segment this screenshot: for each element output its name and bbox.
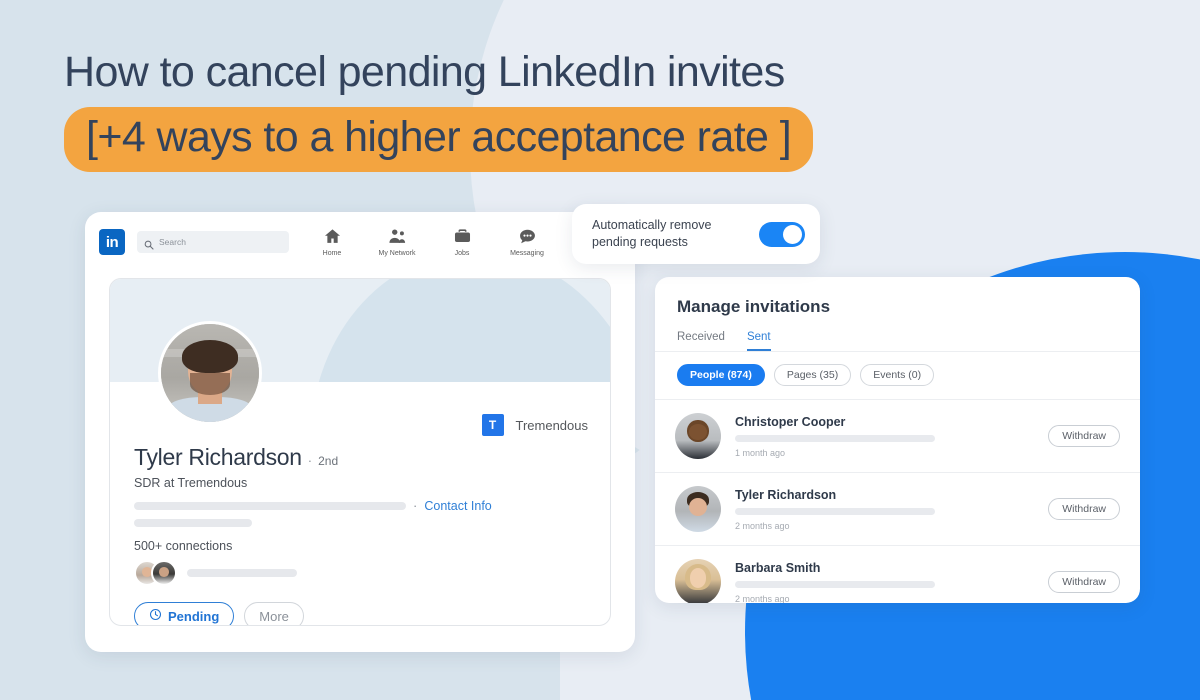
more-button[interactable]: More [244, 602, 304, 625]
linkedin-navbar: in Search Home My Network Jobs Messaging [85, 212, 635, 272]
headline-highlight-wrap: [+4 ways to a higher acceptance rate ] [64, 107, 814, 173]
page-title: Tyler Richardson [134, 444, 302, 470]
filter-chip-pages[interactable]: Pages (35) [773, 364, 852, 386]
headline-line-2: [+4 ways to a higher acceptance rate ] [64, 107, 814, 173]
pending-button-label: Pending [168, 608, 220, 624]
nav-item-messaging[interactable]: Messaging [504, 227, 550, 257]
nav-item-jobs-label: Jobs [454, 250, 470, 257]
connections-count: 500+ connections [134, 539, 233, 553]
filter-chip-people[interactable]: People (874) [677, 364, 765, 386]
placeholder-bar [134, 519, 252, 527]
connection-degree: 2nd [318, 454, 339, 468]
profile-meta-row: · Contact Info [134, 498, 588, 513]
auto-remove-label: Automatically remove pending requests [592, 217, 712, 251]
people-icon [388, 227, 407, 248]
contact-info-link[interactable]: Contact Info [424, 499, 491, 513]
invitation-info: Tyler Richardson 2 months ago [735, 488, 1034, 531]
mutual-avatars [134, 560, 177, 586]
headline-block: How to cancel pending LinkedIn invites [… [64, 48, 814, 173]
avatar [151, 560, 177, 586]
avatar [675, 486, 721, 532]
invitation-name[interactable]: Barbara Smith [735, 561, 1034, 575]
linkedin-logo-icon[interactable]: in [99, 229, 125, 255]
search-placeholder: Search [159, 237, 186, 247]
invitation-info: Christoper Cooper 1 month ago [735, 415, 1034, 458]
invitation-name[interactable]: Christoper Cooper [735, 415, 1034, 429]
nav-item-my-network-label: My Network [378, 250, 416, 257]
tab-received[interactable]: Received [677, 331, 725, 351]
nav-item-home[interactable]: Home [309, 227, 355, 257]
linkedin-profile-window: in Search Home My Network Jobs Messaging… [85, 212, 635, 652]
mutual-connections-row [134, 560, 588, 586]
auto-remove-toggle-switch[interactable] [759, 221, 805, 247]
invitation-time: 2 months ago [735, 593, 790, 604]
clock-icon [149, 608, 162, 624]
profile-actions: Pending More [134, 602, 588, 625]
headline-line-1: How to cancel pending LinkedIn invites [64, 48, 785, 96]
message-icon [518, 227, 537, 248]
table-row: Christoper Cooper 1 month ago Withdraw [655, 399, 1140, 472]
placeholder-bar [735, 434, 935, 442]
placeholder-bar [187, 569, 297, 577]
invitation-time: 1 month ago [735, 447, 786, 458]
withdraw-button[interactable]: Withdraw [1048, 571, 1120, 593]
invitations-tabs: Received Sent [677, 331, 1118, 351]
invitation-name[interactable]: Tyler Richardson [735, 488, 1034, 502]
invitation-info: Barbara Smith 2 months ago [735, 561, 1034, 604]
search-icon [144, 237, 154, 250]
profile-details: Tyler Richardson · 2nd SDR at Tremendous… [110, 382, 610, 625]
search-input[interactable]: Search [137, 231, 289, 253]
auto-remove-label-line-2: pending requests [592, 235, 688, 249]
auto-remove-toggle-card[interactable]: Automatically remove pending requests [572, 204, 820, 264]
invitations-filters: People (874) Pages (35) Events (0) [655, 352, 1140, 399]
more-button-label: More [259, 608, 289, 624]
invitations-title: Manage invitations [677, 297, 831, 316]
placeholder-bar [735, 507, 935, 515]
avatar [675, 559, 721, 603]
tab-sent[interactable]: Sent [746, 331, 771, 351]
invitation-time: 2 months ago [735, 520, 790, 531]
withdraw-button[interactable]: Withdraw [1048, 498, 1120, 520]
contact-separator: · [413, 498, 418, 513]
briefcase-icon [453, 227, 472, 248]
nav-item-jobs[interactable]: Jobs [439, 227, 485, 257]
banner-wave-shape [290, 279, 610, 382]
nav-item-my-network[interactable]: My Network [374, 227, 420, 257]
nav-item-home-label: Home [322, 250, 342, 257]
manage-invitations-panel: Manage invitations Received Sent People … [655, 277, 1140, 603]
invitations-header: Manage invitations Received Sent [655, 277, 1140, 351]
profile-name-row: Tyler Richardson · 2nd [134, 444, 588, 471]
table-row: Barbara Smith 2 months ago Withdraw [655, 545, 1140, 603]
filter-chip-events[interactable]: Events (0) [860, 364, 935, 386]
auto-remove-label-line-1: Automatically remove [592, 218, 712, 233]
home-icon [323, 227, 342, 248]
nav-item-messaging-label: Messaging [510, 250, 544, 257]
name-separator: · [307, 453, 313, 468]
withdraw-button[interactable]: Withdraw [1048, 425, 1120, 447]
avatar [675, 413, 721, 459]
placeholder-bar [735, 580, 935, 588]
table-row: Tyler Richardson 2 months ago Withdraw [655, 472, 1140, 545]
toggle-knob [783, 224, 802, 244]
profile-card: T Tremendous Tyler Richardson · 2nd SDR … [109, 278, 611, 626]
profile-headline: SDR at Tremendous [134, 476, 248, 490]
pending-button[interactable]: Pending [134, 602, 235, 625]
placeholder-bar [134, 501, 406, 510]
